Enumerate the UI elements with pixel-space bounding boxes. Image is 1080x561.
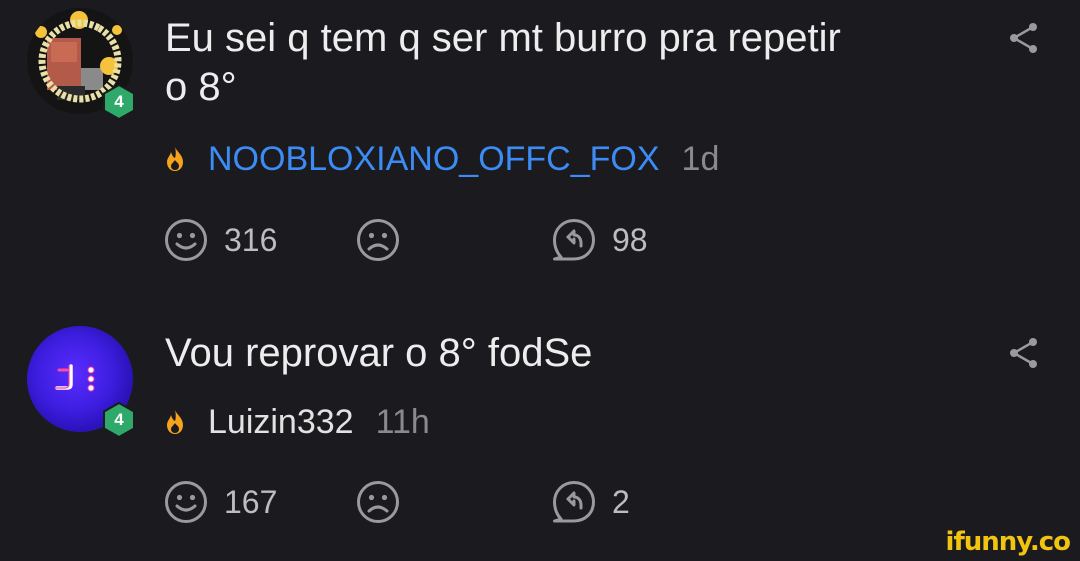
username[interactable]: Luizin332 bbox=[208, 403, 354, 442]
avatar[interactable]: 4 bbox=[27, 326, 135, 438]
smile-icon bbox=[165, 219, 207, 261]
comment-meta: NOOBLOXIANO_OFFC_FOX 1d bbox=[162, 139, 719, 179]
reply-icon bbox=[553, 481, 595, 523]
comment-text-line-1: Eu sei q tem q ser mt burro pra repetir bbox=[165, 16, 841, 60]
reply-button[interactable]: 2 bbox=[552, 478, 630, 526]
smile-icon bbox=[165, 481, 207, 523]
fire-icon bbox=[162, 409, 188, 435]
share-icon[interactable] bbox=[1007, 336, 1041, 370]
unsmile-icon bbox=[357, 219, 399, 261]
level-badge: 4 bbox=[102, 84, 136, 120]
level-number: 4 bbox=[114, 410, 124, 429]
comment-actions: 316 98 bbox=[164, 216, 724, 264]
reply-count: 2 bbox=[612, 483, 630, 520]
comment-text-line-2: o 8° bbox=[165, 65, 237, 109]
avatar[interactable]: 4 bbox=[27, 8, 135, 120]
smile-button[interactable]: 167 bbox=[164, 478, 277, 526]
reply-icon bbox=[553, 219, 595, 261]
ifunny-watermark: ifunny.co bbox=[945, 527, 1071, 557]
reply-button[interactable]: 98 bbox=[552, 216, 648, 264]
fire-icon bbox=[162, 146, 188, 172]
comment-text-line-1: Vou reprovar o 8° fodSe bbox=[165, 331, 593, 375]
comment-2: 4 Vou reprovar o 8° fodSe Luizin332 11h bbox=[0, 300, 1080, 561]
timestamp: 1d bbox=[681, 139, 720, 178]
comment-actions: 167 2 bbox=[164, 478, 724, 526]
smile-count: 316 bbox=[224, 221, 278, 258]
comment-text: Vou reprovar o 8° fodSe bbox=[165, 329, 965, 378]
reply-count: 98 bbox=[612, 221, 648, 258]
level-badge: 4 bbox=[102, 402, 136, 438]
unsmile-icon bbox=[357, 481, 399, 523]
level-number: 4 bbox=[114, 92, 124, 111]
comment-text: Eu sei q tem q ser mt burro pra repetir … bbox=[165, 14, 965, 112]
share-icon[interactable] bbox=[1007, 21, 1041, 55]
smile-button[interactable]: 316 bbox=[164, 216, 277, 264]
username[interactable]: NOOBLOXIANO_OFFC_FOX bbox=[208, 140, 660, 179]
unsmile-button[interactable] bbox=[356, 216, 400, 264]
unsmile-button[interactable] bbox=[356, 478, 400, 526]
smile-count: 167 bbox=[224, 483, 278, 520]
comment-1: 4 Eu sei q tem q ser mt burro pra repeti… bbox=[0, 0, 1080, 300]
timestamp: 11h bbox=[375, 402, 430, 441]
comment-meta: Luizin332 11h bbox=[162, 402, 430, 442]
